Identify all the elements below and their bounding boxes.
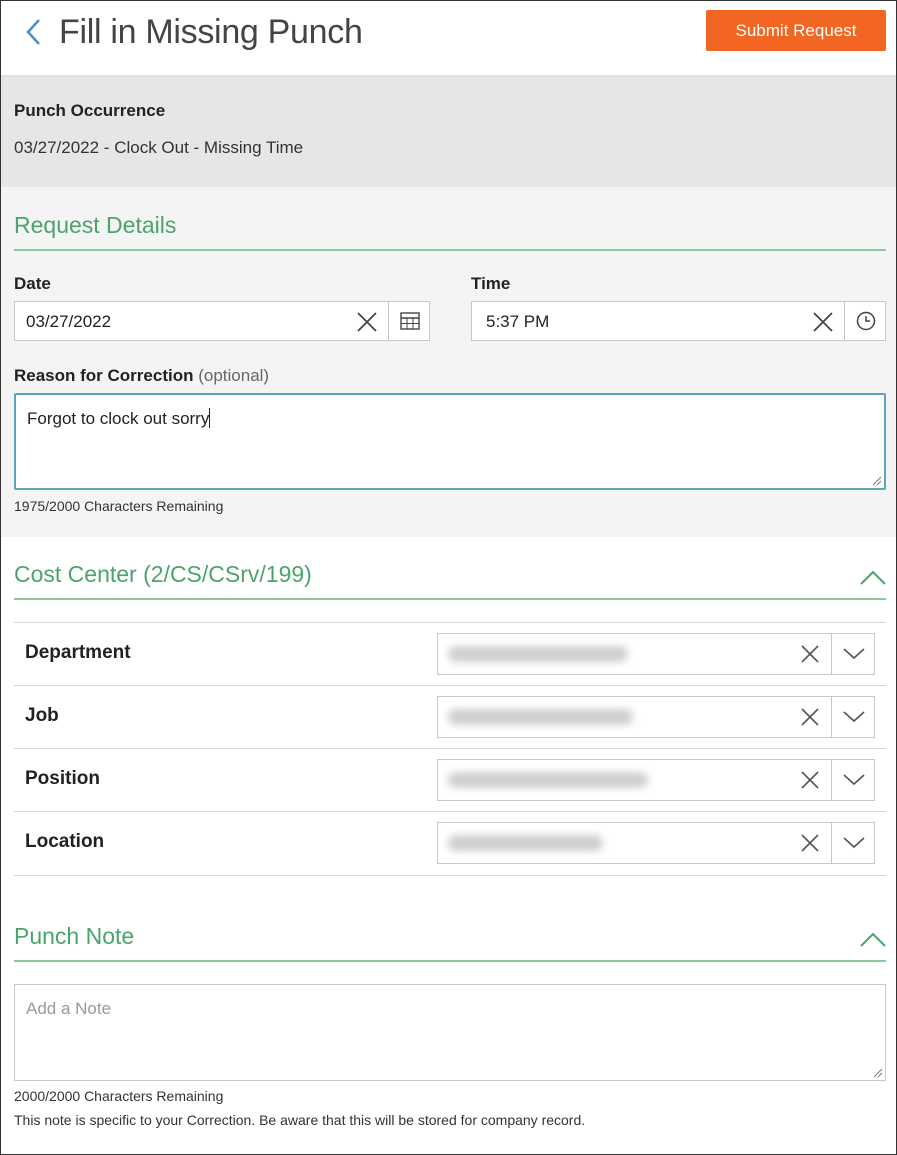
- section-divider: [14, 598, 886, 600]
- job-select[interactable]: [437, 696, 875, 738]
- chevron-up-icon[interactable]: [859, 929, 887, 949]
- punch-occurrence-panel: Punch Occurrence 03/27/2022 - Clock Out …: [1, 77, 896, 187]
- reason-label: Reason for Correction (optional): [14, 366, 269, 386]
- back-button[interactable]: [21, 15, 47, 49]
- close-icon[interactable]: [798, 642, 822, 666]
- punch-note-title: Punch Note: [14, 923, 135, 949]
- chevron-down-icon[interactable]: [842, 645, 866, 661]
- position-label: Position: [25, 768, 100, 789]
- chevron-down-icon[interactable]: [842, 708, 866, 724]
- location-label: Location: [25, 831, 105, 852]
- chevron-left-icon[interactable]: [21, 15, 47, 49]
- resize-handle-icon[interactable]: [870, 474, 882, 486]
- punch-occurrence-label: Punch Occurrence: [14, 101, 166, 120]
- reason-char-counter: 1975/2000 Characters Remaining: [14, 498, 224, 514]
- request-details-title: Request Details: [14, 212, 177, 238]
- chevron-down-icon[interactable]: [842, 834, 866, 850]
- job-dropdown-button[interactable]: [831, 696, 875, 738]
- reason-text[interactable]: Forgot to clock out sorry: [27, 408, 211, 429]
- text-caret: [209, 408, 211, 428]
- redacted-value: [448, 835, 603, 851]
- chevron-up-icon[interactable]: [859, 567, 887, 587]
- reason-label-text: Reason for Correction: [14, 366, 194, 385]
- section-divider: [14, 960, 886, 962]
- department-label: Department: [25, 642, 131, 663]
- location-dropdown-button[interactable]: [831, 822, 875, 864]
- punch-occurrence-value: 03/27/2022 - Clock Out - Missing Time: [14, 138, 304, 157]
- job-label: Job: [25, 705, 59, 726]
- close-icon[interactable]: [798, 831, 822, 855]
- submit-request-button[interactable]: Submit Request: [706, 10, 886, 51]
- redacted-value: [448, 709, 633, 725]
- chevron-down-icon[interactable]: [842, 771, 866, 787]
- location-select[interactable]: [437, 822, 875, 864]
- reason-value[interactable]: Forgot to clock out sorry: [27, 409, 209, 428]
- calendar-icon[interactable]: [399, 310, 421, 332]
- cost-center-row-position: Position: [14, 748, 886, 811]
- punch-note-description: This note is specific to your Correction…: [14, 1112, 586, 1128]
- position-select[interactable]: [437, 759, 875, 801]
- missing-punch-form: Fill in Missing Punch Submit Request Pun…: [0, 0, 897, 1155]
- cost-center-row-department: Department: [14, 622, 886, 685]
- department-select[interactable]: [437, 633, 875, 675]
- position-dropdown-button[interactable]: [831, 759, 875, 801]
- header: Fill in Missing Punch Submit Request: [1, 1, 896, 77]
- punch-note-textarea[interactable]: Add a Note: [14, 984, 886, 1081]
- close-icon[interactable]: [355, 310, 379, 334]
- date-label: Date: [14, 274, 51, 293]
- punch-note-char-counter: 2000/2000 Characters Remaining: [14, 1088, 224, 1104]
- request-details-section: Request Details Date 03/27/2022 Time 5:3…: [1, 187, 896, 537]
- close-icon[interactable]: [811, 310, 835, 334]
- page-title: Fill in Missing Punch: [59, 13, 363, 51]
- resize-handle-icon[interactable]: [871, 1066, 883, 1078]
- close-icon[interactable]: [798, 705, 822, 729]
- redacted-value: [448, 646, 628, 662]
- calendar-button[interactable]: [388, 301, 430, 341]
- cost-center-title: Cost Center (2/CS/CSrv/199): [14, 561, 312, 587]
- cost-center-row-job: Job: [14, 685, 886, 748]
- clock-button[interactable]: [844, 301, 886, 341]
- punch-note-placeholder[interactable]: Add a Note: [26, 999, 111, 1019]
- close-icon[interactable]: [798, 768, 822, 792]
- time-value[interactable]: 5:37 PM: [486, 312, 549, 332]
- section-divider: [14, 249, 886, 251]
- clock-icon[interactable]: [855, 310, 877, 332]
- date-field[interactable]: 03/27/2022: [14, 301, 430, 341]
- time-label: Time: [471, 274, 511, 293]
- department-dropdown-button[interactable]: [831, 633, 875, 675]
- time-field[interactable]: 5:37 PM: [471, 301, 886, 341]
- reason-textarea[interactable]: Forgot to clock out sorry: [14, 393, 886, 490]
- date-value[interactable]: 03/27/2022: [26, 312, 111, 332]
- reason-optional-hint: (optional): [198, 366, 270, 385]
- cost-center-row-location: Location: [14, 811, 886, 876]
- redacted-value: [448, 772, 648, 788]
